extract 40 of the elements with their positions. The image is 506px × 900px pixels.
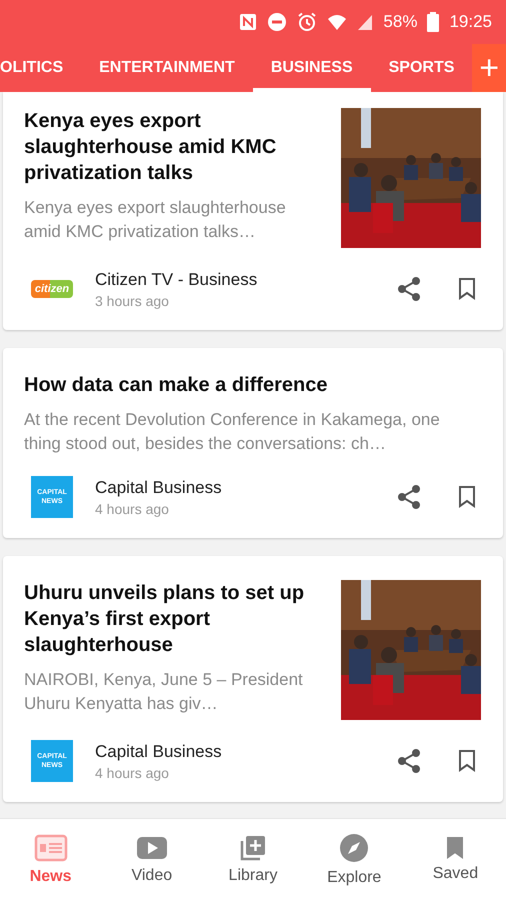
source-logo: citizen bbox=[30, 280, 74, 298]
wifi-icon bbox=[327, 13, 348, 31]
do-not-disturb-icon bbox=[267, 12, 288, 32]
share-icon bbox=[398, 277, 420, 301]
newspaper-icon bbox=[34, 834, 68, 862]
signal-icon bbox=[357, 13, 374, 31]
clock: 19:25 bbox=[449, 12, 492, 32]
article-title: How data can make a difference bbox=[24, 373, 328, 398]
article-time: 4 hours ago bbox=[95, 500, 170, 516]
bookmark-icon bbox=[458, 750, 476, 772]
article-summary: NAIROBI, Kenya, June 5 – President Uhuru Kenyatta has giv… bbox=[24, 669, 304, 715]
library-add-icon bbox=[240, 834, 266, 860]
share-icon bbox=[398, 749, 420, 773]
article-summary: At the recent Devolution Conference in Kakamega, one thing stood out, besides the conversations: ch… bbox=[24, 409, 441, 455]
nav-tab[interactable]: Explore bbox=[304, 819, 405, 900]
share-icon bbox=[398, 485, 420, 509]
battery-icon bbox=[427, 12, 440, 32]
article-summary: Kenya eyes export slaughterhouse amid KMC privatization talks… bbox=[24, 197, 287, 243]
bookmark-icon bbox=[458, 486, 476, 508]
compass-icon bbox=[339, 832, 370, 862]
nav-tab[interactable]: Video bbox=[101, 819, 202, 900]
battery-percent: 58% bbox=[383, 12, 418, 32]
nav-tab[interactable]: Saved bbox=[404, 819, 506, 900]
article-time: 4 hours ago bbox=[95, 764, 170, 780]
article-card[interactable]: Kenya eyes export slaughterhouse amid KMC privatization talks Kenya eyes export slaughterhouse amid KMC privatization talks… citizen Citizen TV - Business 3 hours ago bbox=[3, 92, 503, 330]
share-button[interactable] bbox=[395, 275, 423, 303]
share-button[interactable] bbox=[395, 747, 423, 775]
alarm-icon bbox=[297, 12, 318, 32]
share-button[interactable] bbox=[395, 483, 423, 511]
article-title: Kenya eyes export slaughterhouse amid KMC privatization talks bbox=[24, 109, 278, 186]
source-name: Citizen TV - Business bbox=[95, 270, 258, 290]
nfc-icon bbox=[239, 13, 258, 31]
bookmark-icon bbox=[458, 278, 476, 300]
play-icon bbox=[136, 834, 168, 860]
source-name: Capital Business bbox=[95, 478, 223, 498]
nav-tab[interactable]: Library bbox=[202, 819, 304, 900]
article-time: 3 hours ago bbox=[95, 292, 170, 308]
article-title: Uhuru unveils plans to set up Kenya’s first export slaughterhouse bbox=[24, 581, 306, 658]
bookmark-icon bbox=[446, 836, 464, 858]
source-name: Capital Business bbox=[95, 742, 223, 762]
